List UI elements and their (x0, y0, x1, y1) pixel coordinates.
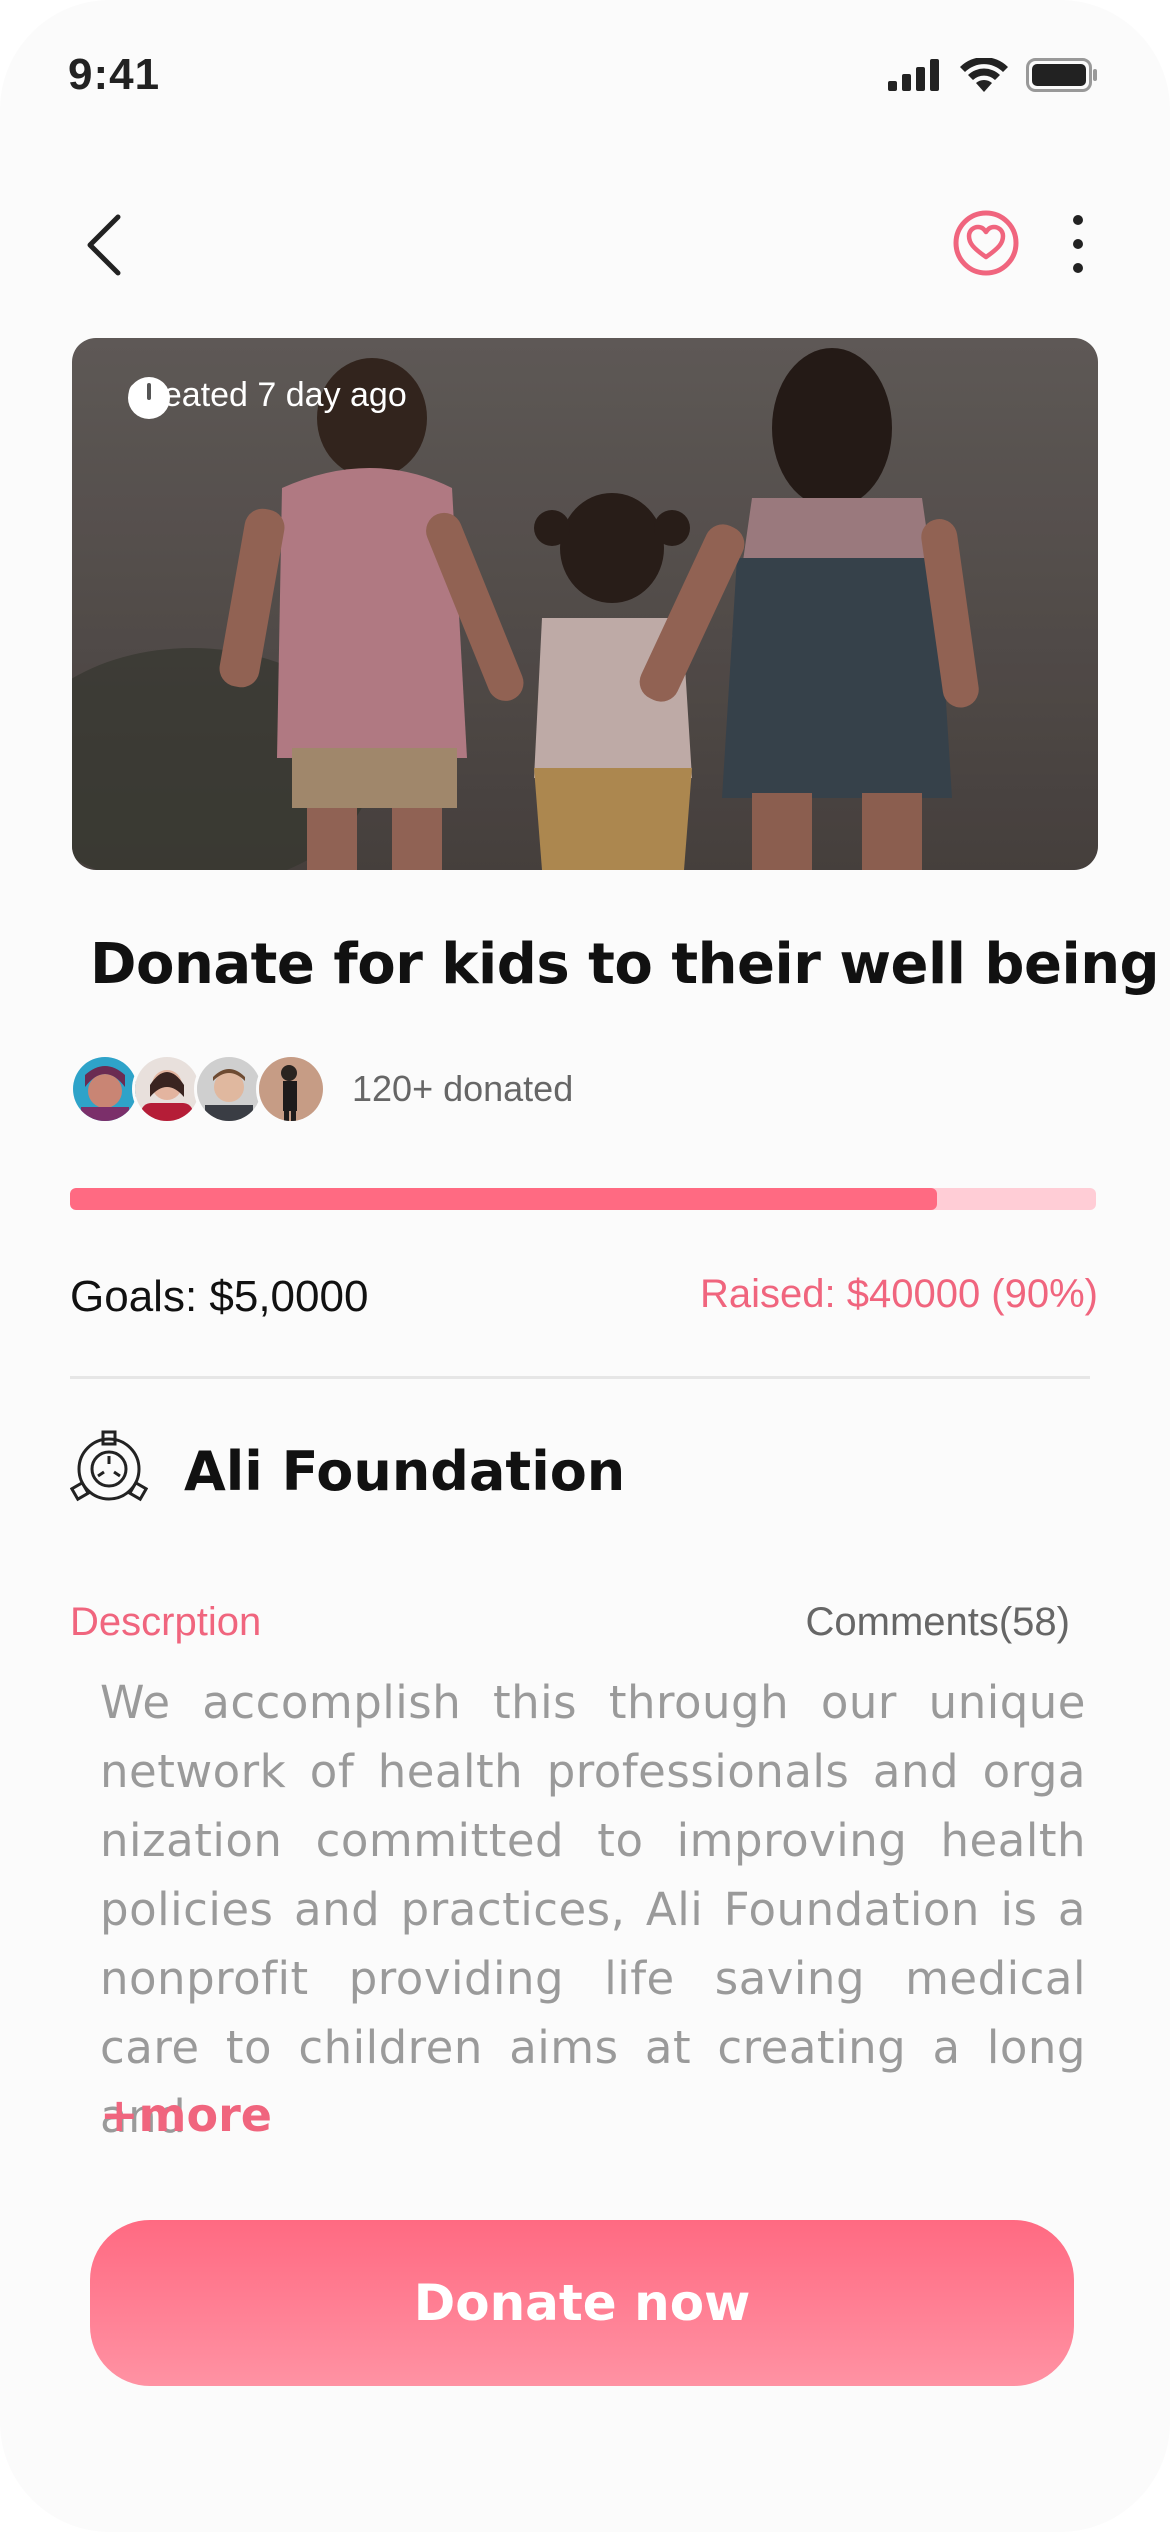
donate-now-button[interactable]: Donate now (90, 2220, 1074, 2386)
donors-row[interactable]: 120+ donated (70, 1054, 573, 1124)
favorite-button[interactable] (953, 210, 1019, 276)
funding-progress-fill (70, 1188, 937, 1210)
tab-description[interactable]: Descrption (70, 1600, 261, 1645)
raised-amount: Raised: $40000 (90%) (699, 1272, 1098, 1316)
read-more-link[interactable]: +more (100, 2088, 272, 2142)
more-options-button[interactable] (1058, 212, 1098, 276)
avatar (194, 1054, 264, 1124)
status-time: 9:41 (68, 50, 161, 99)
kids-photo-illustration (72, 338, 1098, 870)
battery-icon (1026, 58, 1097, 92)
back-button[interactable] (70, 205, 140, 285)
organization-name[interactable]: Ali Foundation (184, 1440, 625, 1503)
wifi-icon (960, 58, 1008, 92)
campaign-hero-image[interactable]: Created 7 day ago (72, 338, 1098, 870)
avatar (256, 1054, 326, 1124)
goals-amount: Goals: $5,0000 (70, 1272, 369, 1321)
campaign-title: Donate for kids to their well being (90, 932, 1160, 997)
foundation-emblem-icon (70, 1430, 148, 1502)
avatar (132, 1054, 202, 1124)
cellular-signal-icon (888, 59, 939, 91)
funding-progress-bar (70, 1188, 1096, 1210)
status-icons (888, 58, 1098, 92)
description-text: We accomplish this through our unique ne… (100, 1676, 1086, 2143)
tab-comments[interactable]: Comments(58) (805, 1600, 1070, 1645)
divider (70, 1376, 1090, 1379)
created-badge: Created 7 day ago (127, 376, 407, 419)
app-screen: 9:41 Created 7 day ago Donate for kids t… (0, 0, 1170, 2532)
avatar (70, 1054, 140, 1124)
clock-icon (128, 377, 170, 419)
donors-count: 120+ donated (352, 1068, 574, 1109)
